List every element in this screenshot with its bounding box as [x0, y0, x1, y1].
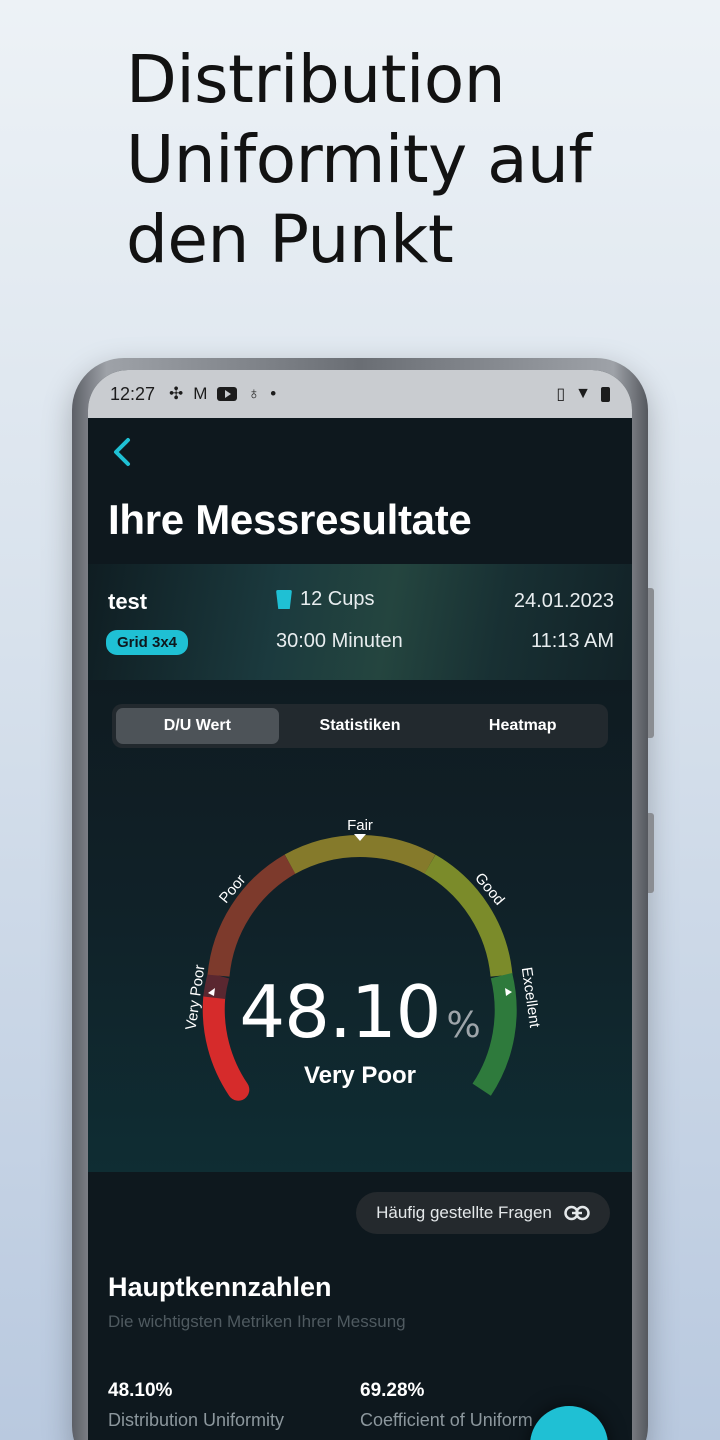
floating-action-button[interactable]	[530, 1406, 608, 1440]
measurement-date: 24.01.2023	[513, 590, 614, 612]
headline-line-2: Uniformity auf	[126, 121, 592, 198]
dot-icon: •	[270, 384, 277, 403]
kpi-section-title: Hauptkennzahlen	[108, 1272, 332, 1302]
measurement-info-card: test Grid 3x4 12 Cups 30:00 Minuten 24.0…	[88, 564, 632, 680]
cups-count: 12 Cups	[276, 588, 375, 611]
app-screen: 12:27 ✣ M ♁ • ▯ ▼ Ihre Messresultate tes…	[88, 370, 632, 1440]
marketing-headline: Distribution Uniformity auf den Punkt	[126, 40, 686, 280]
status-time: 12:27	[110, 383, 156, 404]
duration: 30:00 Minuten	[276, 630, 403, 652]
phone-frame: 12:27 ✣ M ♁ • ▯ ▼ Ihre Messresultate tes…	[72, 358, 654, 1440]
volume-button	[648, 588, 654, 738]
chevron-left-icon	[114, 438, 130, 466]
gauge-panel: D/U Wert Statistiken Heatmap Fair Poor G…	[88, 680, 632, 1172]
grid-badge: Grid 3x4	[106, 630, 189, 655]
kpi-cu-value: 69.28%	[360, 1380, 425, 1401]
kpi-cu-label: Coefficient of Uniform	[360, 1410, 533, 1430]
kpi-du-value: 48.10%	[108, 1380, 173, 1401]
mic-icon: ♁	[247, 384, 261, 403]
du-gauge: Fair Poor Good Very Poor Excellent	[183, 817, 543, 1101]
gauge-label-fair: Fair	[347, 817, 373, 834]
youtube-icon	[217, 387, 238, 401]
mail-icon: M	[193, 384, 208, 403]
du-value-number: 48.10	[239, 970, 441, 1054]
battery-icon	[601, 386, 610, 402]
gauge-segment-fair	[284, 835, 436, 874]
back-button[interactable]	[108, 434, 144, 474]
vibrate-icon: ▯	[556, 386, 566, 403]
cups-label: 12 Cups	[300, 588, 375, 610]
headline-line-3: den Punkt	[126, 201, 454, 278]
faq-label: Häufig gestellte Fragen	[376, 1203, 552, 1222]
kpi-du-label: Distribution Uniformity	[108, 1410, 285, 1430]
power-button	[648, 813, 654, 893]
fan-icon: ✣	[169, 384, 184, 403]
kpi-section-subtitle: Die wichtigsten Metriken Ihrer Messung	[108, 1312, 406, 1331]
link-icon	[564, 1205, 590, 1221]
measurement-name: test	[108, 589, 148, 614]
measurement-time: 11:13 AM	[530, 630, 614, 652]
du-rating: Very Poor	[303, 1062, 417, 1089]
page-title: Ihre Messresultate	[108, 496, 472, 543]
faq-button[interactable]: Häufig gestellte Fragen	[356, 1192, 610, 1234]
du-value-unit: %	[446, 1005, 481, 1046]
cup-icon	[276, 590, 292, 609]
status-bar: 12:27 ✣ M ♁ • ▯ ▼	[88, 370, 632, 418]
du-value: 48.10%	[88, 970, 632, 1054]
wifi-icon: ▼	[575, 385, 591, 402]
headline-line-1: Distribution	[126, 41, 506, 118]
